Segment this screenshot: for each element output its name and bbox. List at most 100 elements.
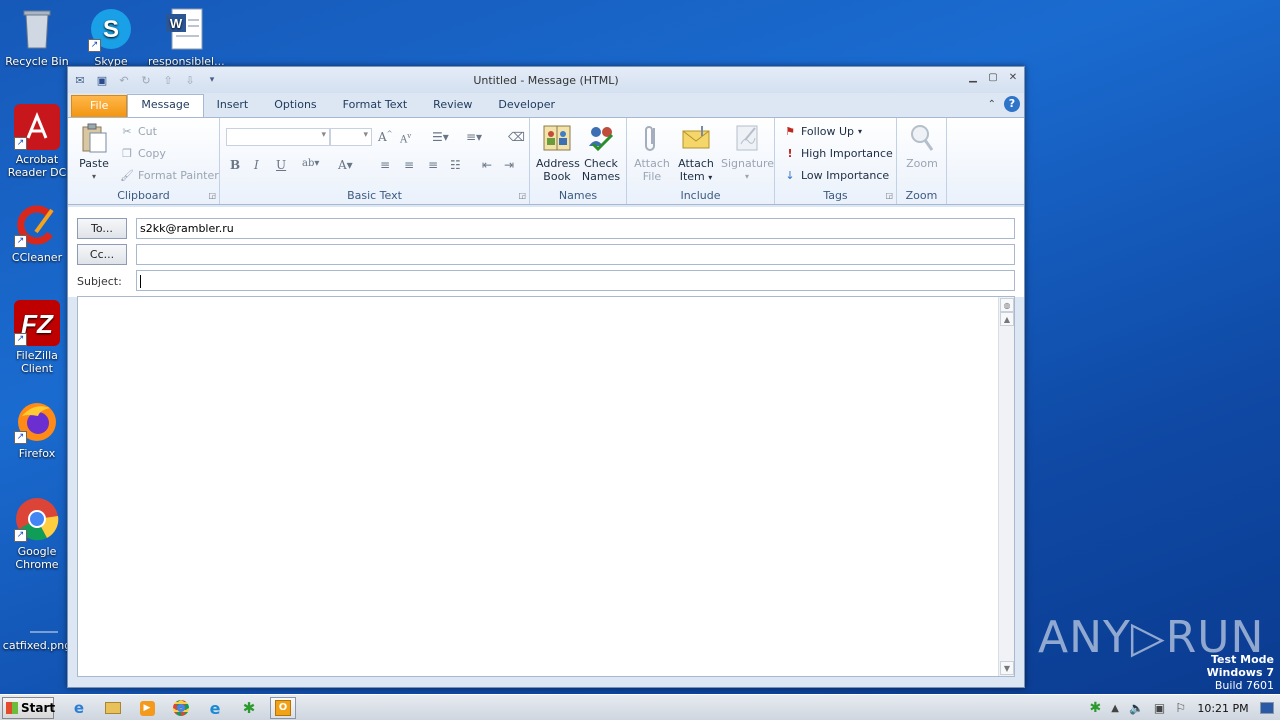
taskbar-edge[interactable]: e [202,697,228,719]
taskbar-ie[interactable]: e [66,697,92,719]
align-right-icon[interactable]: ≡ [428,158,438,172]
follow-up-button[interactable]: ⚑ Follow Up ▾ [783,124,862,138]
taskbar-outlook[interactable]: O [270,697,296,719]
bold-icon[interactable]: B [230,158,240,172]
taskbar-app-green[interactable]: ✱ [236,697,262,719]
text-cursor [140,274,141,288]
attach-item-button[interactable]: Attach Item ▾ [675,122,717,184]
decrease-indent-icon[interactable]: ⇤ [482,158,492,172]
outlook-icon: O [275,700,291,716]
taskbar-media-player[interactable]: ▶ [134,697,160,719]
desktop-icon-word-doc[interactable]: W responsiblel... [148,6,225,68]
highlight-icon[interactable]: ab▾ [302,158,319,169]
font-size-combo[interactable] [330,128,372,146]
signature-button[interactable]: Signature ▾ [721,122,774,183]
font-name-combo[interactable] [226,128,330,146]
scroll-down-icon[interactable]: ▼ [1000,661,1014,675]
minimize-ribbon-icon[interactable]: ⌃ [988,99,996,110]
tab-insert[interactable]: Insert [204,95,262,117]
group-names: Address Book Check Names Names [530,118,627,204]
shrink-font-icon[interactable]: Av [400,132,411,145]
folder-icon [105,702,121,714]
desktop-icon-chrome[interactable]: ↗ Google Chrome [0,496,74,571]
message-body-editor[interactable]: ◍ ▲ ▼ [77,296,1015,677]
recycle-bin-icon [14,6,60,52]
edge-icon: e [209,698,221,718]
show-hidden-icons-icon[interactable]: ▲ [1111,703,1119,714]
desktop-icon-ccleaner[interactable]: ↗ CCleaner [0,202,74,264]
copy-button[interactable]: ❐ Copy [120,146,166,160]
format-painter-label: Format Painter [138,168,219,182]
action-center-flag-icon[interactable]: ⚐ [1175,701,1186,715]
format-painter-button[interactable]: 🖌 Format Painter [120,168,219,182]
tags-group-label: Tags [823,189,848,202]
check-names-button[interactable]: Check Names [580,122,622,183]
dialog-launcher-icon[interactable]: ◲ [885,191,893,200]
scroll-up-icon[interactable]: ▲ [1000,312,1014,326]
show-desktop-button[interactable] [1260,702,1274,714]
align-left-icon[interactable]: ≡ [380,158,390,172]
low-importance-button[interactable]: ↓ Low Importance [783,168,889,182]
build-number-text: Build 7601 [1214,679,1274,692]
clear-formatting-icon[interactable]: ⌫ [508,130,525,144]
subject-field[interactable] [136,270,1015,291]
tab-message[interactable]: Message [127,94,204,117]
desktop-icon-catfixed[interactable]: catfixed.png [0,608,74,652]
shortcut-arrow-icon: ↗ [14,529,27,542]
minimize-icon[interactable]: ▁ [966,71,980,85]
to-button[interactable]: To... [77,218,127,239]
shortcut-arrow-icon: ↗ [14,333,27,346]
cut-button[interactable]: ✂ Cut [120,124,157,138]
clock[interactable]: 10:21 PM [1196,702,1250,715]
taskbar-chrome[interactable] [168,697,194,719]
numbering-icon[interactable]: ≡▾ [466,130,482,144]
start-label: Start [21,701,56,715]
zoom-label: Zoom [906,157,938,170]
basic-text-group-label: Basic Text [347,189,402,202]
desktop-icon-skype[interactable]: S ↗ Skype [74,6,148,68]
tab-options[interactable]: Options [261,95,329,117]
zoom-button[interactable]: Zoom [903,122,941,170]
close-icon[interactable]: ✕ [1006,71,1020,85]
ruler-toggle-icon[interactable]: ◍ [1000,298,1014,312]
taskbar-explorer[interactable] [100,697,126,719]
window-title: Untitled - Message (HTML) [473,74,619,87]
tab-review[interactable]: Review [420,95,485,117]
down-arrow-icon: ↓ [785,168,795,182]
underline-icon[interactable]: U [276,158,286,172]
desktop-icon-filezilla[interactable]: FZ ↗ FileZilla Client [0,300,74,375]
desktop-icon-firefox[interactable]: ↗ Firefox [0,398,74,460]
desktop-icon-acrobat[interactable]: ↗ Acrobat Reader DC [0,104,74,179]
to-field[interactable]: s2kk@rambler.ru [136,218,1015,239]
address-book-icon [541,122,573,154]
tab-file[interactable]: File [71,95,128,117]
bullets-icon[interactable]: ☰▾ [432,130,449,144]
image-file-icon [14,608,60,636]
high-importance-button[interactable]: ! High Importance [783,146,892,160]
grow-font-icon[interactable]: A^ [378,130,393,144]
justify-icon[interactable]: ☷ [450,158,461,172]
cc-field[interactable] [136,244,1015,265]
tray-app-icon[interactable]: ✱ [1090,700,1102,716]
follow-up-label: Follow Up [801,124,855,138]
font-color-icon[interactable]: A▾ [338,158,353,172]
italic-icon[interactable]: I [254,158,259,172]
maximize-icon[interactable]: ▢ [986,71,1000,85]
network-icon[interactable]: ▣ [1154,701,1165,715]
increase-indent-icon[interactable]: ⇥ [504,158,514,172]
address-book-button[interactable]: Address Book [536,122,580,183]
desktop-icon-recycle-bin[interactable]: Recycle Bin [0,6,74,68]
check-names-label: Check Names [581,157,621,183]
dialog-launcher-icon[interactable]: ◲ [208,191,216,200]
attach-file-button[interactable]: Attach File [631,122,673,183]
help-icon[interactable]: ? [1004,96,1020,112]
tab-format-text[interactable]: Format Text [330,95,421,117]
dialog-launcher-icon[interactable]: ◲ [518,191,526,200]
volume-icon[interactable]: 🔈 [1129,701,1144,715]
align-center-icon[interactable]: ≡ [404,158,414,172]
tab-developer[interactable]: Developer [485,95,568,117]
paste-button[interactable]: Paste ▾ [74,122,114,183]
cc-button[interactable]: Cc... [77,244,127,265]
start-button[interactable]: Start [2,697,56,719]
vertical-scrollbar[interactable]: ◍ ▲ ▼ [998,297,1014,676]
